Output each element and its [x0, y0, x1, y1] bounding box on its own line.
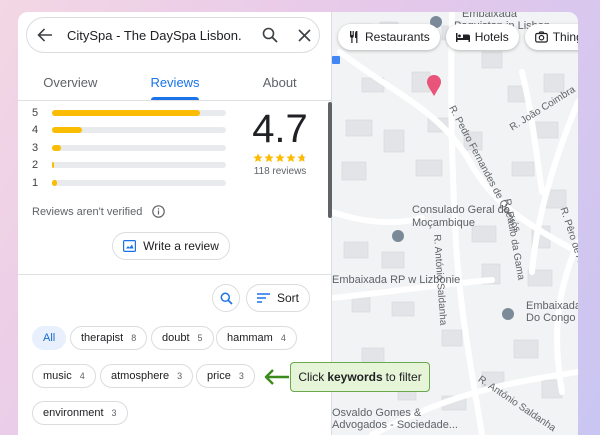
- rating-bar-fill: [52, 162, 54, 169]
- rating-row-label: 2: [32, 159, 39, 172]
- back-arrow-icon[interactable]: [37, 27, 53, 43]
- rating-row-5[interactable]: 5: [32, 104, 226, 122]
- keyword-chip-music[interactable]: music 4: [32, 364, 96, 388]
- map-label-advogados[interactable]: Advogados - Sociedade...: [332, 419, 458, 432]
- search-icon: [220, 292, 233, 305]
- map-label-congo-rd[interactable]: Do Congo RD: [526, 312, 578, 325]
- write-review-button[interactable]: Write a review: [112, 232, 230, 260]
- map-category-chips: Restaurants Hotels Things: [338, 24, 578, 50]
- write-review-label: Write a review: [143, 239, 219, 253]
- keyword-chip-label: atmosphere: [111, 370, 170, 382]
- rating-row-label: 4: [32, 124, 39, 137]
- keyword-chip-label: doubt: [162, 332, 190, 344]
- rating-row-label: 5: [32, 106, 39, 119]
- keyword-chip-environment[interactable]: environment 3: [32, 401, 128, 425]
- chip-things[interactable]: Things: [524, 24, 578, 50]
- rating-row-3[interactable]: 3: [32, 139, 226, 157]
- star-icon: [264, 153, 274, 162]
- keyword-chip-label: price: [207, 370, 231, 382]
- rating-bar-track: [52, 162, 226, 169]
- keyword-chip-all[interactable]: All: [32, 326, 67, 350]
- edit-review-icon: [123, 240, 137, 252]
- keyword-chip-count: 3: [111, 408, 117, 418]
- chip-restaurants[interactable]: Restaurants: [338, 24, 440, 50]
- rating-bar-fill: [52, 179, 58, 186]
- keyword-chip-count: 3: [238, 371, 244, 381]
- info-icon[interactable]: [152, 205, 166, 218]
- tab-overview[interactable]: Overview: [18, 70, 123, 100]
- rating-bar-track: [52, 109, 226, 116]
- search-icon[interactable]: [262, 27, 278, 43]
- sort-label: Sort: [276, 291, 299, 305]
- callout-post: to filter: [385, 370, 422, 384]
- keyword-chip-label: hammam: [227, 332, 273, 344]
- keyword-chip-doubt[interactable]: doubt 5: [151, 326, 214, 350]
- keyword-chip-label: music: [43, 370, 72, 382]
- bed-icon: [455, 31, 470, 43]
- rating-histogram: 5 4 3 2 1: [32, 104, 226, 192]
- keyword-chip-label: environment: [43, 407, 104, 419]
- star-icon: [253, 153, 263, 162]
- chip-hotels-label: Hotels: [474, 30, 509, 44]
- keyword-chip-label: therapist: [81, 332, 124, 344]
- close-icon[interactable]: [298, 28, 311, 42]
- sort-icon: [256, 293, 270, 303]
- place-tabs: Overview Reviews About: [18, 70, 332, 100]
- rating-row-label: 3: [32, 141, 39, 154]
- chip-hotels[interactable]: Hotels: [445, 24, 519, 50]
- keyword-chip-count: 8: [131, 333, 137, 343]
- keyword-chip-atmosphere[interactable]: atmosphere 3: [100, 364, 194, 388]
- panel-scrollbar[interactable]: [328, 102, 332, 218]
- map-label-consulado[interactable]: Consulado Geral de: [412, 204, 510, 217]
- tabs-divider: [18, 100, 332, 101]
- reviews-not-verified-text: Reviews aren't verified: [32, 205, 143, 218]
- search-input[interactable]: CitySpa - The DaySpa Lisbon.: [53, 28, 262, 43]
- rating-row-2[interactable]: 2: [32, 157, 226, 175]
- section-divider: [18, 274, 332, 275]
- chip-restaurants-label: Restaurants: [365, 30, 430, 44]
- map-label-mocambique[interactable]: Moçambique: [412, 217, 475, 230]
- callout-arrow-icon: [264, 369, 289, 385]
- rating-bar-track: [52, 179, 226, 186]
- rating-row-1[interactable]: 1: [32, 174, 226, 192]
- keyword-chip-hammam[interactable]: hammam 4: [216, 326, 297, 350]
- star-icon: [297, 153, 307, 162]
- rating-bar-track: [52, 127, 226, 134]
- tutorial-callout: Click keywords to filter: [290, 362, 430, 392]
- star-icon: [286, 153, 296, 162]
- review-count[interactable]: 118 reviews: [244, 166, 316, 177]
- keyword-chip-price[interactable]: price 3: [196, 364, 255, 388]
- keyword-chip-count: 3: [177, 371, 183, 381]
- reviews-notice: Reviews aren't verified: [32, 205, 166, 218]
- star-icon: [275, 153, 285, 162]
- camera-icon: [534, 31, 548, 43]
- keyword-chip-therapist[interactable]: therapist 8: [70, 326, 148, 350]
- rating-summary: 4.7 118 reviews: [244, 106, 316, 177]
- keyword-chip-label: All: [43, 332, 56, 344]
- search-bar: CitySpa - The DaySpa Lisbon.: [26, 17, 320, 53]
- rating-bar-fill: [52, 144, 61, 151]
- rating-bar-track: [52, 144, 226, 151]
- keyword-chip-count: 5: [197, 333, 203, 343]
- callout-pre: Click: [298, 370, 325, 384]
- rating-row-label: 1: [32, 176, 39, 189]
- tab-reviews[interactable]: Reviews: [123, 70, 228, 100]
- rating-row-4[interactable]: 4: [32, 122, 226, 140]
- rating-bar-fill: [52, 127, 82, 134]
- star-rating: [244, 153, 316, 163]
- chip-things-label: Things: [552, 30, 578, 44]
- fork-knife-icon: [348, 31, 360, 43]
- keyword-chip-count: 4: [280, 333, 286, 343]
- average-rating: 4.7: [252, 107, 308, 151]
- tab-about[interactable]: About: [227, 70, 332, 100]
- keyword-chip-count: 4: [79, 371, 85, 381]
- callout-bold: keywords: [327, 370, 383, 384]
- rating-bar-fill: [52, 109, 200, 116]
- search-reviews-button[interactable]: [212, 284, 240, 312]
- sort-button[interactable]: Sort: [246, 284, 310, 312]
